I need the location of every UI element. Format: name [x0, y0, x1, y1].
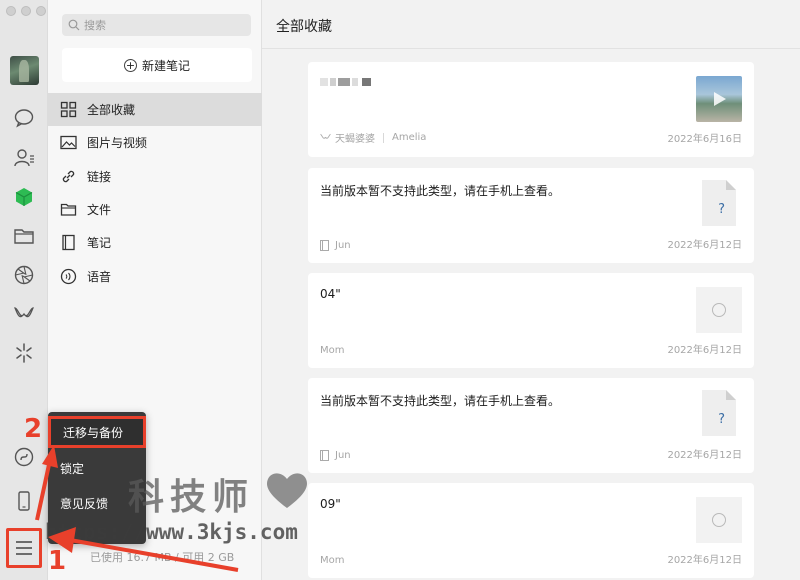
- video-thumbnail[interactable]: [696, 76, 742, 122]
- favorite-card[interactable]: 当前版本暂不支持此类型，请在手机上查看。 ? Jun 2022年6月12日: [308, 168, 754, 263]
- category-label: 图片与视频: [87, 136, 148, 150]
- category-label: 链接: [87, 170, 112, 184]
- voice-icon: [712, 303, 726, 317]
- voice-thumbnail[interactable]: [696, 287, 742, 333]
- blurred-text: [362, 78, 371, 86]
- category-files[interactable]: 文件: [48, 193, 262, 226]
- card-meta: Mom: [320, 555, 345, 566]
- link-icon: [62, 170, 75, 183]
- folder-icon: [60, 203, 77, 216]
- card-source: 天蝎婆婆: [335, 134, 375, 145]
- card-text: 09": [320, 497, 341, 511]
- card-source: Mom: [320, 555, 345, 566]
- category-label: 文件: [87, 203, 112, 217]
- blurred-text: [352, 78, 358, 86]
- card-date: 2022年6月12日: [667, 450, 742, 461]
- category-label: 全部收藏: [87, 103, 136, 117]
- voice-icon: [60, 268, 77, 285]
- card-date: 2022年6月12日: [667, 555, 742, 566]
- card-date: 2022年6月12日: [667, 345, 742, 356]
- plus-circle-icon: +: [123, 58, 137, 72]
- watermark-title: 科技师: [128, 477, 255, 518]
- category-images-videos[interactable]: 图片与视频: [48, 126, 262, 159]
- card-author: Amelia: [392, 132, 427, 143]
- card-date: 2022年6月16日: [667, 134, 742, 145]
- category-label: 笔记: [87, 236, 112, 250]
- heart-icon: [266, 473, 308, 508]
- notebook-icon: [320, 450, 329, 461]
- channels-icon: [320, 133, 331, 139]
- card-text: 当前版本暂不支持此类型，请在手机上查看。: [320, 184, 561, 198]
- favorite-card[interactable]: 当前版本暂不支持此类型，请在手机上查看。 ? Jun 2022年6月12日: [308, 378, 754, 473]
- card-date: 2022年6月12日: [667, 240, 742, 251]
- annotation-step-2: 2: [24, 414, 43, 444]
- play-icon: [714, 92, 726, 106]
- icon-rail: [0, 0, 48, 580]
- favorites-cube-icon[interactable]: [12, 185, 36, 209]
- title-divider: [262, 48, 800, 49]
- migrate-backup-menu-item[interactable]: 迁移与备份: [48, 416, 146, 448]
- question-mark-icon: ?: [718, 202, 725, 217]
- contacts-icon[interactable]: [12, 146, 36, 170]
- card-source: Mom: [320, 345, 345, 356]
- search-icon: [68, 19, 80, 31]
- notebook-icon: [62, 234, 75, 251]
- hamburger-icon: [16, 541, 32, 555]
- voice-thumbnail[interactable]: [696, 497, 742, 543]
- notebook-icon: [320, 240, 329, 251]
- new-note-label: 新建笔记: [141, 58, 190, 73]
- card-meta: Mom: [320, 345, 345, 356]
- storage-usage: 已使用 16.7 MB / 可用 2 GB: [90, 551, 235, 564]
- blurred-text: [320, 78, 328, 86]
- avatar[interactable]: [10, 56, 39, 85]
- new-note-button[interactable]: + 新建笔记: [62, 48, 252, 82]
- favorite-card[interactable]: 天蝎婆婆 Amelia 2022年6月16日: [308, 62, 754, 157]
- minimize-window-button[interactable]: [21, 6, 31, 16]
- grid-icon: [60, 101, 77, 118]
- search-input[interactable]: 搜索: [62, 14, 251, 36]
- window-controls: [6, 6, 46, 16]
- blurred-text: [330, 78, 336, 86]
- favorite-card[interactable]: 04" Mom 2022年6月12日: [308, 273, 754, 368]
- zoom-window-button[interactable]: [36, 6, 46, 16]
- favorites-main: 全部收藏 天蝎婆婆 Amelia 2022年6月16日 当前版本暂不支持此类型，…: [262, 0, 800, 580]
- card-text: 04": [320, 287, 341, 301]
- blurred-text: [338, 78, 350, 86]
- phone-icon[interactable]: [12, 489, 36, 513]
- channels-icon[interactable]: [12, 302, 36, 326]
- category-label: 语音: [87, 270, 112, 284]
- image-icon: [60, 135, 77, 150]
- category-notes[interactable]: 笔记: [48, 226, 262, 259]
- watermark-url: https://www.3kjs.com: [45, 520, 298, 544]
- chat-icon[interactable]: [12, 106, 36, 130]
- card-text: 当前版本暂不支持此类型，请在手机上查看。: [320, 394, 561, 408]
- folder-icon[interactable]: [12, 224, 36, 248]
- page-title: 全部收藏: [276, 19, 332, 35]
- voice-icon: [712, 513, 726, 527]
- close-window-button[interactable]: [6, 6, 16, 16]
- annotation-step-1: 1: [48, 546, 67, 576]
- favorite-card[interactable]: 09" Mom 2022年6月12日: [308, 483, 754, 578]
- card-meta: Jun: [320, 450, 351, 461]
- card-source: Jun: [335, 450, 351, 461]
- category-voice[interactable]: 语音: [48, 260, 262, 293]
- meta-separator: [383, 132, 384, 143]
- category-links[interactable]: 链接: [48, 160, 262, 193]
- menu-hamburger-button[interactable]: [6, 528, 42, 568]
- category-all[interactable]: 全部收藏: [48, 93, 262, 126]
- card-source: Jun: [335, 240, 351, 251]
- card-meta: 天蝎婆婆 Amelia: [320, 130, 426, 145]
- question-mark-icon: ?: [718, 412, 725, 427]
- discover-icon[interactable]: [12, 341, 36, 365]
- card-meta: Jun: [320, 240, 351, 251]
- mini-programs-icon[interactable]: [12, 445, 36, 469]
- search-placeholder: 搜索: [84, 19, 106, 32]
- moments-icon[interactable]: [12, 263, 36, 287]
